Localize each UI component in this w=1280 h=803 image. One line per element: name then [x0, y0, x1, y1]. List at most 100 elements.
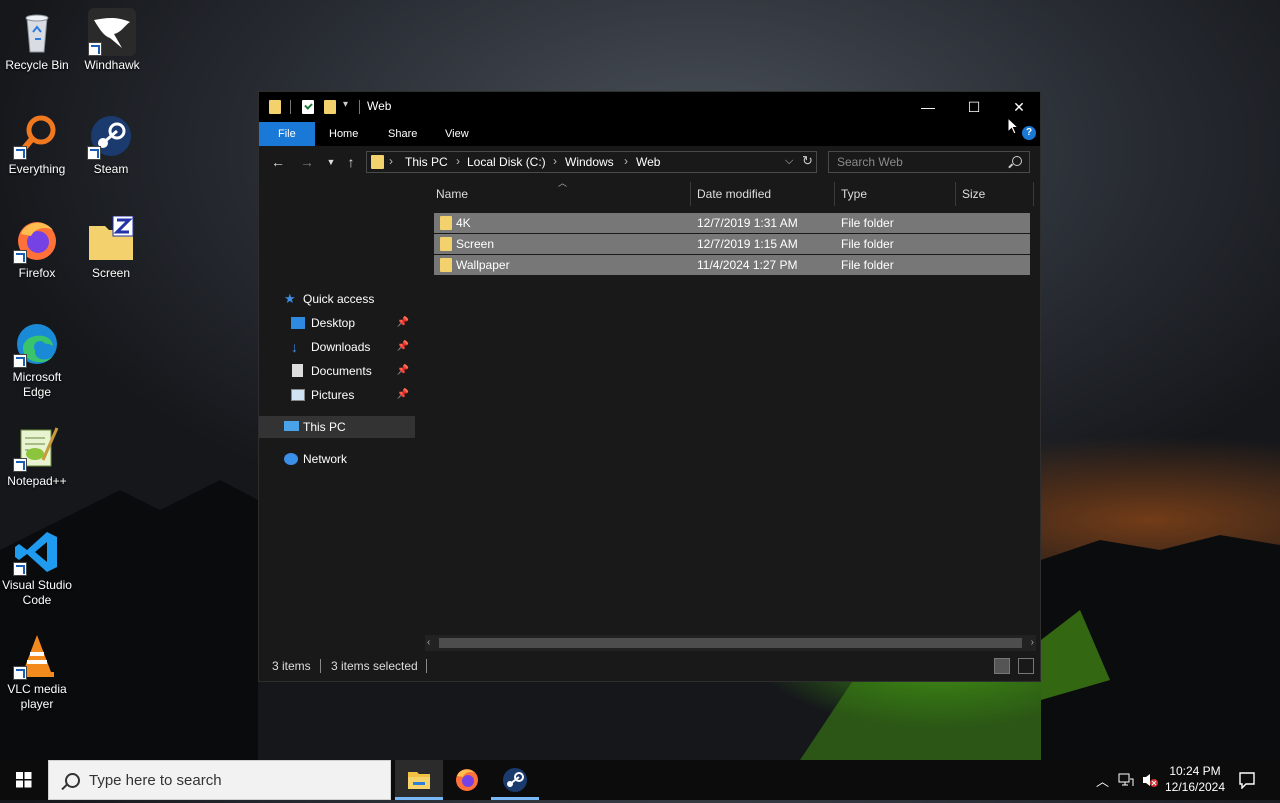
recent-locations-chevron-icon[interactable]: ▼ [320, 152, 342, 172]
address-row: ← → ▼ ↑ › This PC › Local Disk (C:) › Wi… [259, 148, 1040, 176]
window-title: Web [367, 99, 392, 113]
start-button[interactable] [0, 760, 48, 800]
back-arrow-icon[interactable]: ← [267, 152, 289, 172]
taskbar-file-explorer[interactable] [395, 760, 443, 800]
column-header-name[interactable]: Name [436, 182, 468, 206]
nav-item-this-pc[interactable]: This PC [259, 416, 415, 438]
download-arrow-icon: ↓ [291, 339, 298, 355]
desktop-icon-edge[interactable]: Microsoft Edge [0, 320, 75, 400]
address-bar[interactable]: › This PC › Local Disk (C:) › Windows › … [366, 151, 817, 173]
column-divider[interactable] [955, 182, 956, 206]
breadcrumb-separator: › [624, 154, 628, 168]
address-dropdown-chevron-icon[interactable]: ⌵ [785, 155, 793, 168]
desktop-icon-notepadpp[interactable]: Notepad++ [0, 424, 75, 489]
column-divider[interactable] [690, 182, 691, 206]
taskbar-steam[interactable] [491, 760, 539, 800]
taskbar-firefox[interactable] [443, 760, 491, 800]
system-clock[interactable]: 10:24 PM 12/16/2024 [1160, 763, 1230, 795]
scrollbar-thumb[interactable] [439, 638, 1022, 648]
table-row[interactable]: Screen 12/7/2019 1:15 AM File folder [434, 234, 1030, 254]
navigation-pane: ★ Quick access Desktop 📌 ↓ Downloads 📌 D… [259, 176, 417, 651]
search-box[interactable]: Search Web [828, 151, 1030, 173]
nav-item-pictures[interactable]: Pictures 📌 [259, 384, 415, 406]
large-icons-view-icon[interactable] [1018, 658, 1034, 674]
shortcut-arrow-icon [13, 354, 27, 368]
scroll-right-icon[interactable]: › [1031, 635, 1034, 651]
close-button[interactable]: ✕ [996, 92, 1042, 122]
tab-file[interactable]: File [259, 122, 315, 146]
nav-item-documents[interactable]: Documents 📌 [259, 360, 415, 382]
folder-icon [440, 237, 452, 251]
customize-quick-access-icon[interactable]: ▾ [343, 99, 348, 110]
sort-ascending-icon: ︿ [558, 178, 568, 188]
column-header-date-modified[interactable]: Date modified [697, 182, 771, 206]
nav-item-label: This PC [303, 420, 346, 434]
table-row[interactable]: Wallpaper 11/4/2024 1:27 PM File folder [434, 255, 1030, 275]
properties-icon[interactable] [302, 100, 314, 114]
desktop-icon-vlc[interactable]: VLC media player [0, 632, 75, 712]
minimize-button[interactable]: — [905, 92, 951, 122]
file-explorer-window[interactable]: ▾ Web — ☐ ✕ File Home Share View ? ← → ▼… [258, 91, 1041, 682]
file-name: 4K [456, 216, 471, 230]
refresh-icon[interactable]: ↻ [802, 153, 813, 169]
scroll-left-icon[interactable]: ‹ [427, 635, 430, 651]
action-center-icon[interactable] [1238, 771, 1256, 789]
shortcut-arrow-icon [13, 666, 27, 680]
column-divider[interactable] [834, 182, 835, 206]
file-type: File folder [841, 258, 894, 272]
title-bar[interactable]: ▾ Web — ☐ ✕ [259, 92, 1040, 122]
nav-item-network[interactable]: Network [259, 448, 415, 470]
network-status-icon[interactable] [1118, 773, 1134, 787]
forward-arrow-icon[interactable]: → [296, 152, 318, 172]
nav-item-quick-access[interactable]: ★ Quick access [259, 288, 415, 310]
breadcrumb-separator: › [389, 154, 393, 168]
tab-home[interactable]: Home [315, 122, 372, 146]
computer-icon [284, 421, 299, 431]
taskbar-search-placeholder: Type here to search [89, 772, 222, 789]
shortcut-arrow-icon [13, 562, 27, 576]
details-view-icon[interactable] [994, 658, 1010, 674]
column-header-type[interactable]: Type [841, 182, 867, 206]
shortcut-arrow-icon [13, 250, 27, 264]
horizontal-scrollbar[interactable]: ‹ › [425, 635, 1036, 651]
desktop-icon-recycle-bin[interactable]: Recycle Bin [0, 8, 75, 73]
column-header-size[interactable]: Size [962, 182, 985, 206]
breadcrumb-windows[interactable]: Windows [565, 155, 614, 169]
maximize-button[interactable]: ☐ [951, 92, 997, 122]
desktop-icon-firefox[interactable]: Firefox [0, 216, 75, 281]
tab-view[interactable]: View [431, 122, 483, 146]
breadcrumb-local-disk[interactable]: Local Disk (C:) [467, 155, 546, 169]
desktop-icon-everything[interactable]: Everything [0, 112, 75, 177]
clock-date: 12/16/2024 [1164, 780, 1226, 794]
shortcut-arrow-icon [13, 458, 27, 472]
file-list: ︿ Name Date modified Type Size 4K 12/7/2… [421, 176, 1040, 651]
desktop-icon-screen[interactable]: Screen [73, 215, 149, 281]
ribbon-tabs: File Home Share View ? [259, 122, 1040, 146]
new-folder-icon[interactable] [324, 100, 336, 114]
desktop-icon-label: Everything [8, 162, 66, 176]
table-row[interactable]: 4K 12/7/2019 1:31 AM File folder [434, 213, 1030, 233]
file-date: 12/7/2019 1:31 AM [697, 216, 798, 230]
column-divider[interactable] [1033, 182, 1034, 206]
help-icon[interactable]: ? [1022, 126, 1036, 140]
desktop-icon-steam[interactable]: Steam [73, 112, 149, 177]
document-icon [292, 364, 303, 377]
up-arrow-icon[interactable]: ↑ [340, 152, 362, 172]
file-date: 12/7/2019 1:15 AM [697, 237, 798, 251]
divider [290, 100, 291, 114]
taskbar-search-box[interactable]: Type here to search [48, 760, 391, 800]
breadcrumb-this-pc[interactable]: This PC [405, 155, 448, 169]
steam-icon [87, 112, 135, 160]
desktop-icon-label: VLC media player [7, 682, 67, 711]
desktop-icon-vscode[interactable]: Visual Studio Code [0, 528, 75, 608]
volume-muted-icon[interactable] [1141, 772, 1159, 788]
desktop-icon-windhawk[interactable]: Windhawk [74, 8, 150, 73]
nav-item-desktop[interactable]: Desktop 📌 [259, 312, 415, 334]
breadcrumb-web[interactable]: Web [636, 155, 660, 169]
nav-item-downloads[interactable]: ↓ Downloads 📌 [259, 336, 415, 358]
file-type: File folder [841, 237, 894, 251]
desktop-icon-label: Windhawk [84, 58, 140, 72]
tab-share[interactable]: Share [374, 122, 431, 146]
desktop-icon-label: Microsoft Edge [12, 370, 62, 399]
show-hidden-icons-chevron-icon[interactable]: ︿ [1096, 771, 1109, 790]
